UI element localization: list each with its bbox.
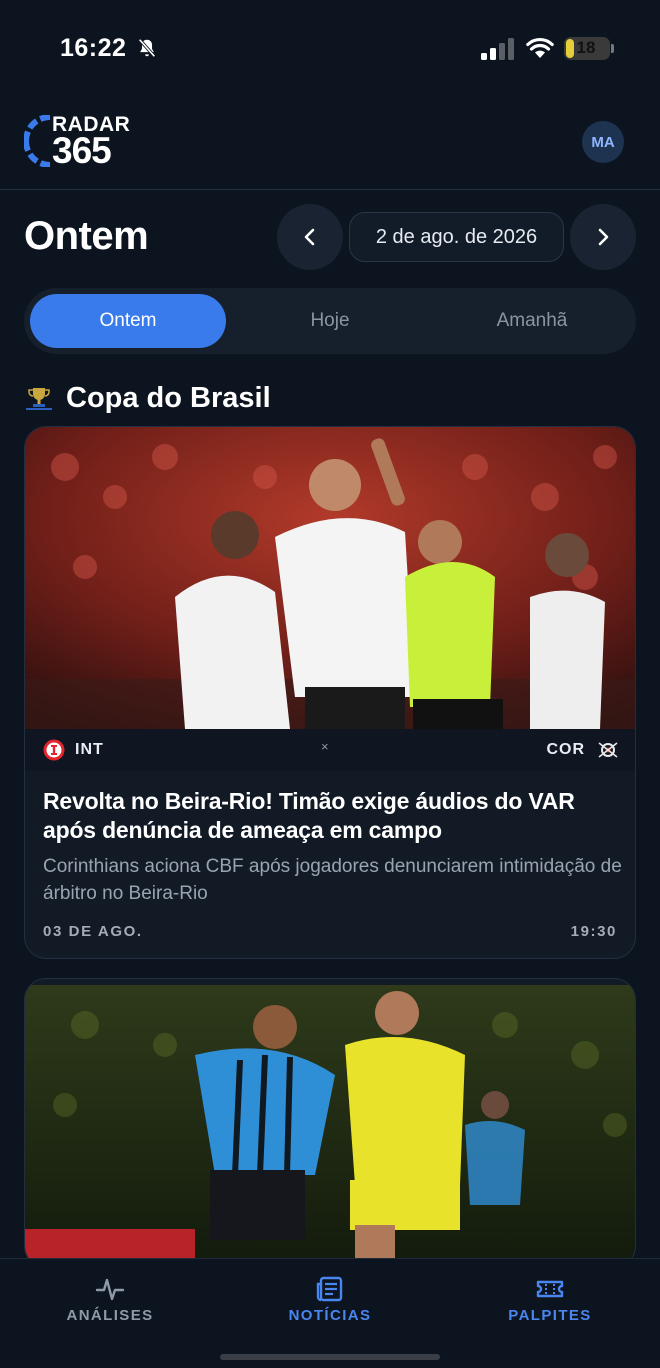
home-team-code: INT bbox=[75, 741, 104, 758]
ticket-icon bbox=[536, 1280, 564, 1298]
home-team: INT bbox=[43, 739, 104, 761]
tab-ontem[interactable]: Ontem bbox=[30, 294, 226, 348]
match-bar: INT × COR bbox=[25, 729, 635, 771]
article-time: 19:30 bbox=[570, 923, 617, 940]
next-day-button[interactable] bbox=[570, 204, 636, 270]
nav-label-analises: ANÁLISES bbox=[66, 1307, 154, 1324]
trophy-icon bbox=[26, 388, 52, 410]
battery-level: 18 bbox=[576, 38, 596, 57]
previous-day-button[interactable] bbox=[277, 204, 343, 270]
nav-noticias[interactable]: NOTÍCIAS bbox=[220, 1275, 440, 1325]
section-header: Copa do Brasil bbox=[24, 378, 271, 418]
nav-label-noticias: NOTÍCIAS bbox=[288, 1307, 372, 1324]
news-card[interactable]: INT × COR Revolta no Beira-Rio! Timão ex… bbox=[24, 426, 636, 959]
article-headline[interactable]: Revolta no Beira-Rio! Timão exige áudios… bbox=[43, 787, 623, 845]
chevron-right-icon bbox=[598, 228, 609, 246]
logo-text-bottom: 365 bbox=[52, 130, 112, 171]
radar-ring-icon bbox=[24, 115, 51, 167]
away-team: COR bbox=[546, 739, 619, 761]
status-time: 16:22 bbox=[60, 34, 127, 62]
article-subtitle: Corinthians aciona CBF após jogadores de… bbox=[43, 856, 622, 904]
home-indicator[interactable] bbox=[220, 1354, 440, 1360]
article-photo bbox=[25, 427, 635, 729]
chevron-left-icon bbox=[304, 228, 315, 246]
battery-tip bbox=[611, 44, 614, 53]
activity-icon bbox=[95, 1278, 125, 1301]
article-date: 03 DE AGO. bbox=[43, 923, 143, 940]
radar365-logo[interactable]: RADAR 365 bbox=[24, 111, 136, 171]
internacional-crest-icon bbox=[43, 739, 65, 761]
section-title: Copa do Brasil bbox=[66, 381, 271, 414]
page-title: Ontem bbox=[24, 214, 149, 258]
nav-analises[interactable]: ANÁLISES bbox=[0, 1275, 220, 1325]
avatar[interactable]: MA bbox=[582, 121, 624, 163]
tab-hoje[interactable]: Hoje bbox=[232, 294, 428, 348]
app-header: RADAR 365 MA bbox=[0, 96, 660, 190]
signal-icon bbox=[481, 38, 514, 60]
bell-slash-icon bbox=[138, 38, 156, 58]
status-bar: 16:22 18 bbox=[0, 0, 660, 96]
nav-palpites[interactable]: PALPITES bbox=[440, 1275, 660, 1325]
news-card[interactable] bbox=[24, 978, 636, 1268]
corinthians-crest-icon bbox=[598, 742, 618, 758]
day-tabs: Ontem Hoje Amanhã bbox=[24, 288, 636, 354]
versus-separator: × bbox=[321, 739, 329, 754]
article-photo bbox=[25, 985, 635, 1267]
away-team-code: COR bbox=[546, 741, 585, 758]
tab-amanha[interactable]: Amanhã bbox=[434, 294, 630, 348]
bottom-navigation: ANÁLISES NOTÍCIAS PALPITES bbox=[0, 1258, 660, 1368]
date-picker[interactable]: 2 de ago. de 2026 bbox=[349, 212, 564, 262]
nav-label-palpites: PALPITES bbox=[508, 1307, 592, 1324]
battery-icon: 18 bbox=[564, 37, 610, 60]
wifi-icon bbox=[526, 37, 554, 58]
newspaper-icon bbox=[316, 1276, 343, 1302]
